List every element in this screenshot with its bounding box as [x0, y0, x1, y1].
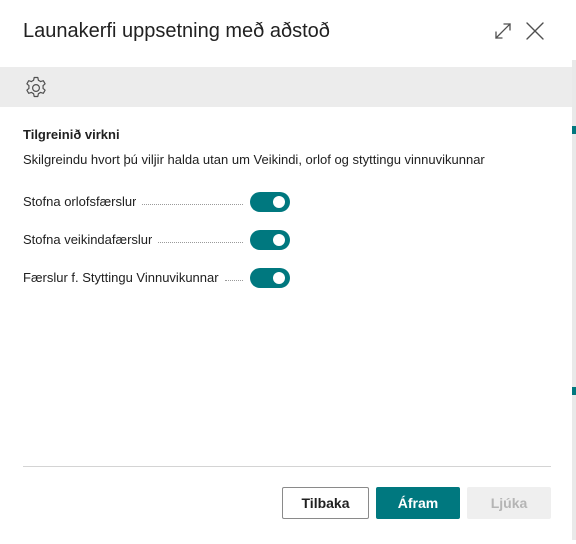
- field-label: Stofna veikindafærslur: [23, 232, 243, 247]
- field-label-text: Stofna orlofsfærslur: [23, 194, 137, 209]
- expand-icon: [495, 23, 511, 39]
- next-button[interactable]: Áfram: [376, 487, 460, 519]
- fields-group: Stofna orlofsfærslur Stofna veikindafærs…: [23, 190, 323, 304]
- edge-marker: [572, 126, 576, 134]
- dialog-edge: [572, 60, 576, 540]
- toggle-knob: [273, 196, 285, 208]
- close-icon: [526, 22, 544, 40]
- finish-button: Ljúka: [467, 487, 551, 519]
- field-label: Færslur f. Styttingu Vinnuvikunnar: [23, 270, 243, 285]
- sick-leave-entries-toggle[interactable]: [250, 230, 290, 250]
- toggle-knob: [273, 272, 285, 284]
- field-row-sick-leave-entries: Stofna veikindafærslur: [23, 228, 323, 266]
- field-label-text: Stofna veikindafærslur: [23, 232, 153, 247]
- expand-button[interactable]: [492, 20, 514, 42]
- shorter-workweek-entries-toggle[interactable]: [250, 268, 290, 288]
- close-button[interactable]: [524, 20, 546, 42]
- settings-button[interactable]: [23, 75, 49, 101]
- assisted-setup-dialog: Launakerfi uppsetning með aðstoð Tilgrei…: [0, 0, 576, 544]
- footer-divider: [23, 466, 551, 467]
- section-description: Skilgreindu hvort þú viljir halda utan u…: [23, 152, 485, 167]
- gear-icon: [26, 76, 46, 98]
- field-label-text: Færslur f. Styttingu Vinnuvikunnar: [23, 270, 219, 285]
- field-label: Stofna orlofsfærslur: [23, 194, 243, 209]
- field-row-vacation-entries: Stofna orlofsfærslur: [23, 190, 323, 228]
- back-button[interactable]: Tilbaka: [282, 487, 369, 519]
- field-leader-dots: [142, 203, 243, 205]
- field-row-shorter-workweek-entries: Færslur f. Styttingu Vinnuvikunnar: [23, 266, 323, 304]
- field-leader-dots: [224, 279, 243, 281]
- dialog-header: Launakerfi uppsetning með aðstoð: [0, 0, 572, 66]
- toggle-knob: [273, 234, 285, 246]
- edge-marker: [572, 387, 576, 395]
- section-title: Tilgreinið virkni: [23, 127, 120, 142]
- field-leader-dots: [158, 241, 243, 243]
- vacation-entries-toggle[interactable]: [250, 192, 290, 212]
- action-toolbar: [0, 67, 572, 107]
- step-content: Tilgreinið virkni Skilgreindu hvort þú v…: [23, 126, 563, 169]
- dialog-title: Launakerfi uppsetning með aðstoð: [23, 20, 330, 42]
